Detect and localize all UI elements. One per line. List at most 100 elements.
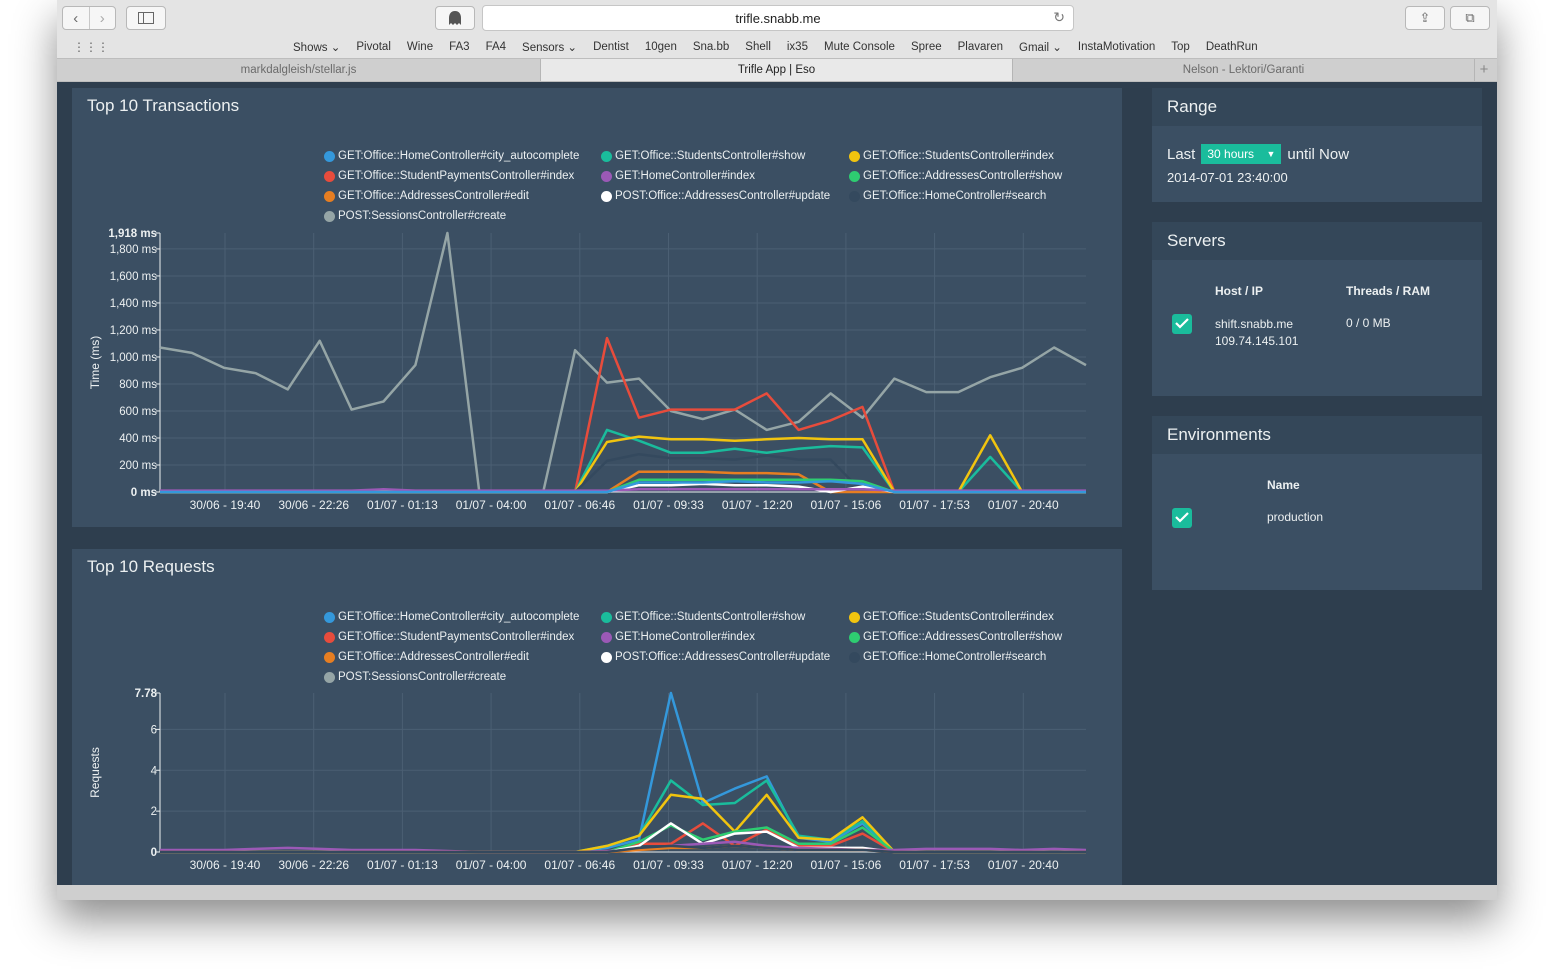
range-select[interactable]: 30 hours ▼ — [1201, 144, 1282, 164]
y-tick-label: 1,600 ms — [110, 271, 158, 283]
x-tick-label: 01/07 - 17:53 — [899, 498, 970, 512]
transactions-panel: Top 10 Transactions GET:Office::HomeCont… — [72, 88, 1122, 527]
range-date: 2014-07-01 23:40:00 — [1167, 170, 1288, 185]
server-threads: 0 / 0 MB — [1346, 316, 1391, 330]
bookmark-item[interactable]: Top — [1171, 41, 1190, 53]
series-line — [160, 434, 1086, 494]
servers-header: Servers — [1152, 222, 1482, 260]
x-tick-label: 01/07 - 20:40 — [988, 498, 1059, 512]
bookmark-item[interactable]: Wine — [407, 41, 433, 53]
title-bar: ‹ › trifle.snabb.me ↻ ⇪ ⧉ — [57, 0, 1497, 36]
bookmark-item[interactable]: FA4 — [486, 41, 506, 53]
bookmark-item[interactable]: FA3 — [449, 41, 469, 53]
x-tick-label: 01/07 - 01:13 — [367, 498, 438, 512]
series-line — [160, 336, 1086, 494]
sidebar-icon — [138, 12, 154, 24]
environments-panel: Environments Name production — [1152, 416, 1482, 590]
server-host: shift.snabb.me — [1215, 317, 1294, 331]
address-bar[interactable]: trifle.snabb.me ↻ — [482, 5, 1074, 31]
apps-grid-icon[interactable]: ⋮⋮⋮ — [73, 40, 109, 54]
y-tick-label: 0 ms — [131, 487, 157, 499]
tab-stellar[interactable]: markdalgleish/stellar.js — [57, 59, 541, 81]
bookmark-item[interactable]: Plavaren — [958, 41, 1003, 53]
x-tick-label: 01/07 - 09:33 — [633, 858, 704, 872]
checkmark-icon — [1175, 512, 1189, 523]
x-tick-label: 01/07 - 09:33 — [633, 498, 704, 512]
transactions-chart: 30/06 - 19:40 30/06 - 22:26 01/07 - 01:13 0… — [88, 228, 1087, 512]
x-tick-label: 01/07 - 15:06 — [811, 858, 882, 872]
x-tick-label: 30/06 - 22:26 — [278, 498, 349, 512]
bookmark-item[interactable]: Dentist — [593, 41, 629, 53]
tab-nelson[interactable]: Nelson - Lektori/Garanti — [1013, 59, 1475, 81]
ghostery-button[interactable] — [435, 6, 475, 30]
bookmark-list: Shows ⌄ Pivotal Wine FA3 FA4 Sensors ⌄ Dentist… — [293, 36, 1274, 58]
range-title: Range — [1167, 97, 1218, 116]
server-host-cell: shift.snabb.me 109.74.145.101 — [1215, 316, 1298, 350]
y-axis-label: Time (ms) — [88, 336, 102, 390]
range-select-value: 30 hours — [1207, 147, 1255, 161]
y-tick-label: 1,000 ms — [110, 352, 158, 364]
show-tabs-button[interactable]: ⧉ — [1450, 6, 1490, 30]
y-tick-label: 1,400 ms — [110, 298, 158, 310]
y-tick-label: 1,800 ms — [110, 244, 158, 256]
bookmark-item[interactable]: ix35 — [787, 41, 808, 53]
y-tick-label: 2 — [151, 806, 157, 818]
sidebar-toggle-button[interactable] — [126, 6, 166, 30]
x-tick-label: 01/07 - 12:20 — [722, 498, 793, 512]
y-tick-label: 4 — [151, 765, 158, 777]
host-column-header: Host / IP — [1215, 284, 1264, 298]
threads-column-header: Threads / RAM — [1346, 284, 1431, 298]
chevron-down-icon: ▼ — [1266, 149, 1276, 159]
new-tab-button[interactable]: + — [1475, 60, 1493, 80]
x-tick-label: 01/07 - 20:40 — [988, 858, 1059, 872]
tab-strip: markdalgleish/stellar.js Trifle App | Es… — [57, 58, 1497, 82]
x-tick-label: 01/07 - 01:13 — [367, 858, 438, 872]
bookmark-item[interactable]: Mute Console — [824, 41, 895, 53]
x-tick-label: 30/06 - 22:26 — [278, 858, 349, 872]
tab-trifle-app[interactable]: Trifle App | Eso — [541, 59, 1013, 81]
bookmarks-bar: ⋮⋮⋮ Shows ⌄ Pivotal Wine FA3 FA4 Sensors ⌄ Den… — [57, 36, 1497, 58]
y-tick-label: 0 — [151, 847, 157, 859]
environment-checkbox[interactable] — [1172, 508, 1192, 528]
bookmark-item[interactable]: Shell — [745, 41, 771, 53]
y-max-label: 1,918 ms — [108, 228, 157, 240]
bookmark-item[interactable]: Spree — [911, 41, 942, 53]
bookmark-item[interactable]: Gmail ⌄ — [1019, 40, 1062, 54]
range-prefix: Last — [1167, 145, 1196, 163]
environment-name: production — [1267, 510, 1324, 524]
forward-button[interactable]: › — [88, 7, 116, 29]
y-tick-label: 200 ms — [119, 460, 157, 472]
ghost-icon — [449, 11, 461, 25]
server-ip: 109.74.145.101 — [1215, 334, 1299, 348]
bookmark-item[interactable]: Sensors ⌄ — [522, 40, 577, 54]
y-tick-label: 1,200 ms — [110, 325, 158, 337]
bookmark-item[interactable]: InstaMotivation — [1078, 41, 1155, 53]
bookmark-item[interactable]: DeathRun — [1206, 41, 1258, 53]
reload-icon[interactable]: ↻ — [1053, 9, 1065, 26]
servers-title: Servers — [1167, 231, 1226, 250]
status-bar — [57, 885, 1497, 900]
x-tick-label: 01/07 - 17:53 — [899, 858, 970, 872]
x-tick-label: 01/07 - 04:00 — [456, 498, 527, 512]
checkmark-icon — [1175, 318, 1189, 329]
y-tick-label: 6 — [151, 724, 157, 736]
series-line — [160, 691, 1086, 854]
bookmark-item[interactable]: 10gen — [645, 41, 677, 53]
bookmark-item[interactable]: Sna.bb — [693, 41, 729, 53]
series-line — [159, 231, 1087, 494]
x-tick-label: 01/07 - 12:20 — [722, 858, 793, 872]
range-suffix: until Now — [1287, 145, 1350, 163]
y-tick-label: 400 ms — [119, 433, 157, 445]
bookmark-item[interactable]: Shows ⌄ — [293, 40, 340, 54]
bookmark-item[interactable]: Pivotal — [356, 41, 391, 53]
x-tick-label: 01/07 - 04:00 — [456, 858, 527, 872]
requests-chart: 30/06 - 19:40 30/06 - 22:26 01/07 - 01:13 0… — [88, 688, 1087, 872]
x-tick-label: 30/06 - 19:40 — [190, 858, 261, 872]
range-row: Last 30 hours ▼ until Now — [1167, 144, 1349, 164]
env-name-column-header: Name — [1267, 478, 1300, 492]
browser-window: ‹ › trifle.snabb.me ↻ ⇪ ⧉ ⋮⋮⋮ Shows ⌄ Piv… — [57, 0, 1497, 900]
server-checkbox[interactable] — [1172, 314, 1192, 334]
share-button[interactable]: ⇪ — [1405, 6, 1445, 30]
back-button[interactable]: ‹ — [63, 7, 89, 29]
y-axis-label: Requests — [88, 747, 102, 798]
